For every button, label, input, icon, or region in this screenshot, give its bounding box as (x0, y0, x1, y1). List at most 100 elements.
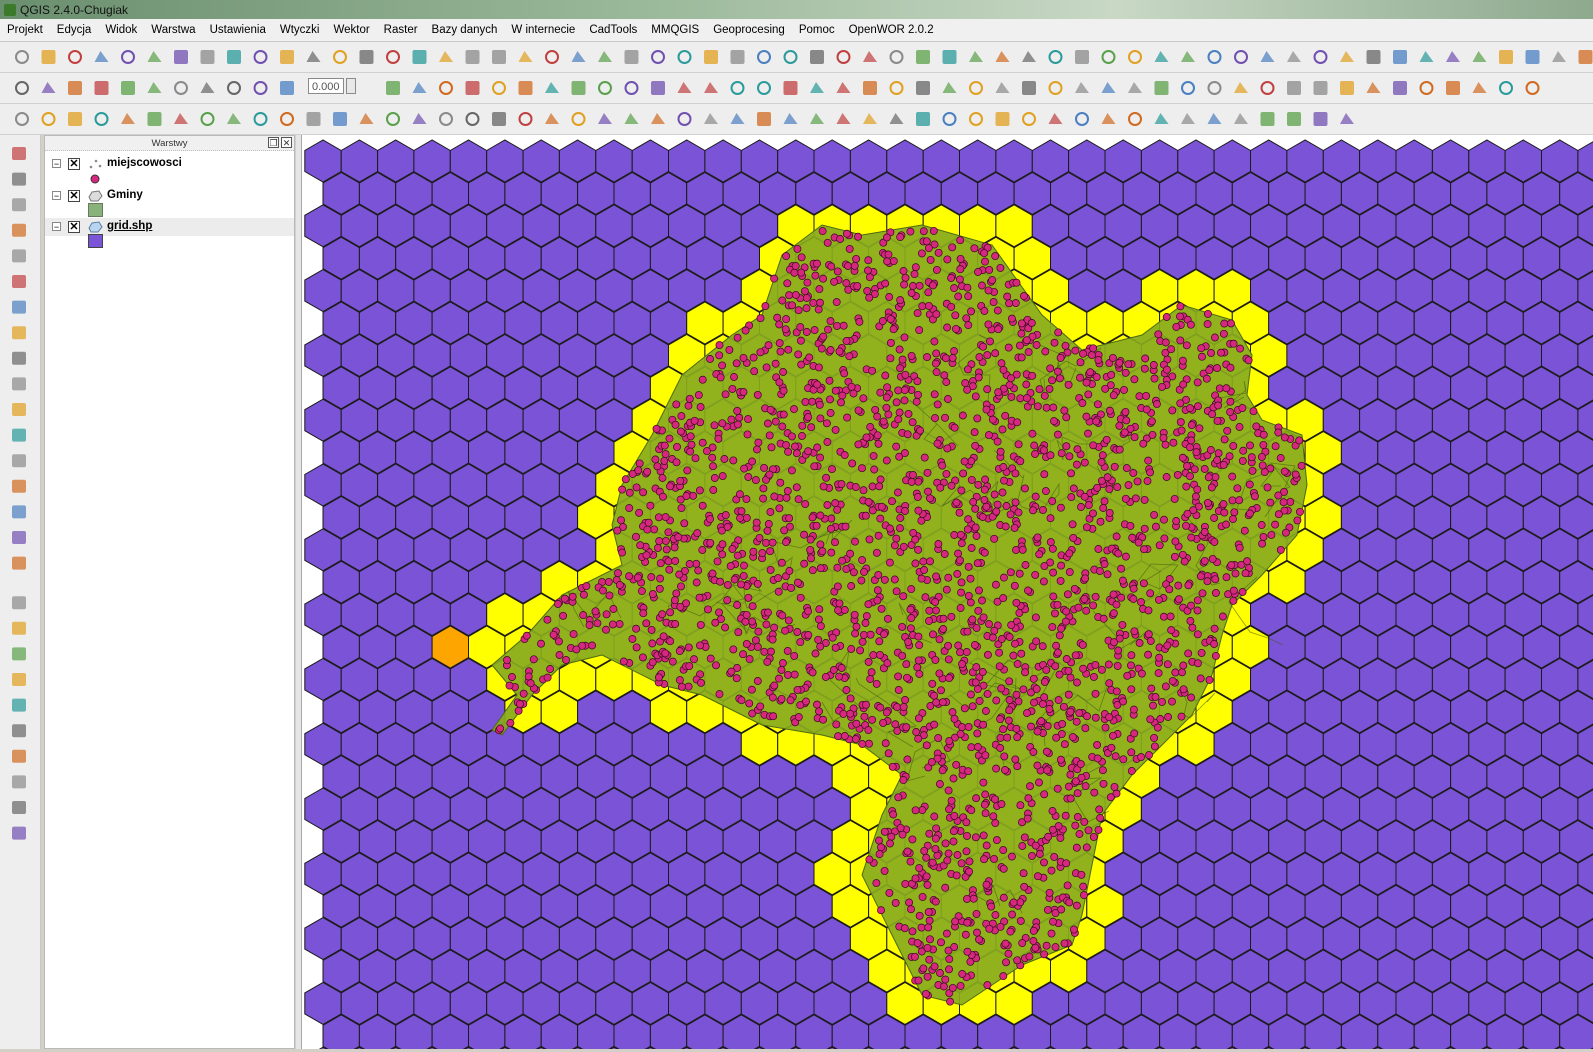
toolbar-button-icon[interactable] (1393, 50, 1407, 64)
toolbar-button-icon[interactable] (836, 113, 851, 124)
toolbar-button-icon[interactable] (1578, 50, 1593, 64)
toolbar-button-icon[interactable] (1419, 51, 1434, 62)
toolbar-button-icon[interactable] (889, 50, 904, 64)
menu-raster[interactable]: Raster (377, 19, 425, 41)
toolbar-button-icon[interactable] (121, 81, 135, 95)
toolbar-button-icon[interactable] (836, 50, 851, 64)
menu-edycja[interactable]: Edycja (50, 19, 99, 41)
toolbar-button-icon[interactable] (253, 50, 268, 64)
menu-cadtools[interactable]: CadTools (582, 19, 644, 41)
menu-pomoc[interactable]: Pomoc (792, 19, 842, 41)
toolbar-button-icon[interactable] (1075, 82, 1089, 93)
toolbar-button-icon[interactable] (1340, 113, 1354, 124)
toolbar-button-icon[interactable] (41, 50, 56, 64)
toolbar-button-icon[interactable] (651, 113, 665, 124)
toolbar-button-icon[interactable] (1234, 113, 1248, 124)
toolbar-button-icon[interactable] (624, 81, 639, 95)
toolbar-button-icon[interactable] (492, 112, 506, 126)
toolbar-button-icon[interactable] (386, 81, 400, 95)
toolbar-button-icon[interactable] (942, 112, 957, 126)
toolbar-button-icon[interactable] (1287, 51, 1301, 62)
toolbar-button-icon[interactable] (333, 112, 347, 126)
layer-tool-icon[interactable] (12, 505, 26, 519)
toolbar-button-icon[interactable] (1313, 81, 1328, 95)
toolbar-button-icon[interactable] (1128, 112, 1142, 126)
toolbar-button-icon[interactable] (1154, 51, 1169, 62)
toolbar-button-icon[interactable] (916, 81, 930, 95)
layer-item-miejscowosci[interactable]: − ✕ miejscowosci (45, 155, 294, 173)
toolbar-button-icon[interactable] (1525, 81, 1540, 95)
toolbar-button-icon[interactable] (995, 51, 1010, 62)
toolbar-button-icon[interactable] (1313, 112, 1328, 126)
menu-warstwa[interactable]: Warstwa (144, 19, 202, 41)
toolbar-button-icon[interactable] (704, 82, 718, 93)
toolbar-button-icon[interactable] (651, 50, 665, 64)
toolbar-button-icon[interactable] (1154, 113, 1169, 124)
toolbar-button-icon[interactable] (545, 50, 559, 64)
layer-tool-icon[interactable] (12, 556, 26, 570)
layer-tool-icon[interactable] (12, 531, 26, 544)
toolbar-button-icon[interactable] (465, 81, 480, 95)
toolbar-button-icon[interactable] (1393, 81, 1407, 95)
toolbar-button-icon[interactable] (15, 81, 29, 95)
toolbar-button-icon[interactable] (1260, 112, 1275, 126)
toolbar-button-icon[interactable] (253, 81, 268, 95)
toolbar-button-icon[interactable] (1022, 51, 1036, 62)
toolbar-button-icon[interactable] (810, 82, 824, 93)
layer-tool-icon[interactable] (12, 403, 26, 416)
toolbar-button-icon[interactable] (333, 50, 347, 64)
toolbar-button-icon[interactable] (1472, 82, 1487, 93)
toolbar-button-icon[interactable] (1048, 81, 1063, 95)
toolbar-button-icon[interactable] (889, 113, 904, 124)
toolbar-button-icon[interactable] (492, 50, 506, 64)
toolbar-button-icon[interactable] (598, 51, 612, 62)
toolbar-button-icon[interactable] (571, 51, 586, 62)
toolbar-button-icon[interactable] (1472, 51, 1487, 62)
toolbar-button-icon[interactable] (704, 113, 718, 124)
toolbar-button-icon[interactable] (863, 51, 877, 62)
toolbar-button-icon[interactable] (174, 81, 188, 95)
layer-tool-icon[interactable] (12, 249, 26, 263)
toolbar-button-icon[interactable] (1207, 81, 1222, 95)
toolbar-button-icon[interactable] (1340, 81, 1354, 95)
layer-tool-icon[interactable] (12, 147, 26, 160)
toolbar-button-icon[interactable] (1207, 113, 1222, 124)
layer-visibility-checkbox[interactable]: ✕ (68, 190, 80, 202)
toolbar-button-icon[interactable] (916, 50, 930, 64)
layer-tool-icon[interactable] (12, 275, 26, 288)
toolbar-button-icon[interactable] (1366, 50, 1381, 64)
toolbar-button-icon[interactable] (1101, 50, 1116, 64)
toolbar-button-icon[interactable] (1022, 81, 1036, 95)
menu-mmqgis[interactable]: MMQGIS (644, 19, 706, 41)
toolbar-button-icon[interactable] (677, 50, 692, 64)
layer-tool-icon[interactable] (12, 673, 26, 686)
toolbar-button-icon[interactable] (1313, 50, 1328, 64)
toolbar-button-icon[interactable] (439, 51, 453, 62)
rotation-value-input[interactable]: 0.000 (308, 78, 344, 94)
toolbar-button-icon[interactable] (518, 112, 533, 126)
toolbar-button-icon[interactable] (757, 112, 771, 126)
toolbar-button-icon[interactable] (916, 112, 930, 126)
layer-tool-icon[interactable] (12, 596, 26, 610)
toolbar-button-icon[interactable] (969, 51, 983, 62)
menu-bazy-danych[interactable]: Bazy danych (425, 19, 505, 41)
map-render[interactable] (302, 135, 1593, 1049)
toolbar-button-icon[interactable] (1552, 51, 1566, 62)
toolbar-button-icon[interactable] (889, 81, 904, 95)
toolbar-button-icon[interactable] (280, 50, 294, 64)
toolbar-button-icon[interactable] (439, 112, 453, 126)
toolbar-button-icon[interactable] (1154, 81, 1169, 95)
toolbar-button-icon[interactable] (386, 50, 400, 64)
toolbar-button-icon[interactable] (227, 113, 241, 124)
menu-geoprocesing[interactable]: Geoprocesing (706, 19, 792, 41)
close-panel-button[interactable]: ✕ (281, 137, 292, 148)
menu-w-internecie[interactable]: W internecie (504, 19, 582, 41)
toolbar-button-icon[interactable] (1446, 81, 1460, 95)
toolbar-button-icon[interactable] (174, 113, 188, 124)
toolbar-button-icon[interactable] (1287, 112, 1301, 126)
layer-tool-icon[interactable] (12, 621, 26, 635)
toolbar-button-icon[interactable] (439, 81, 453, 95)
toolbar-button-icon[interactable] (1234, 50, 1248, 64)
toolbar-button-icon[interactable] (1048, 50, 1063, 64)
collapse-icon[interactable]: − (52, 191, 61, 201)
